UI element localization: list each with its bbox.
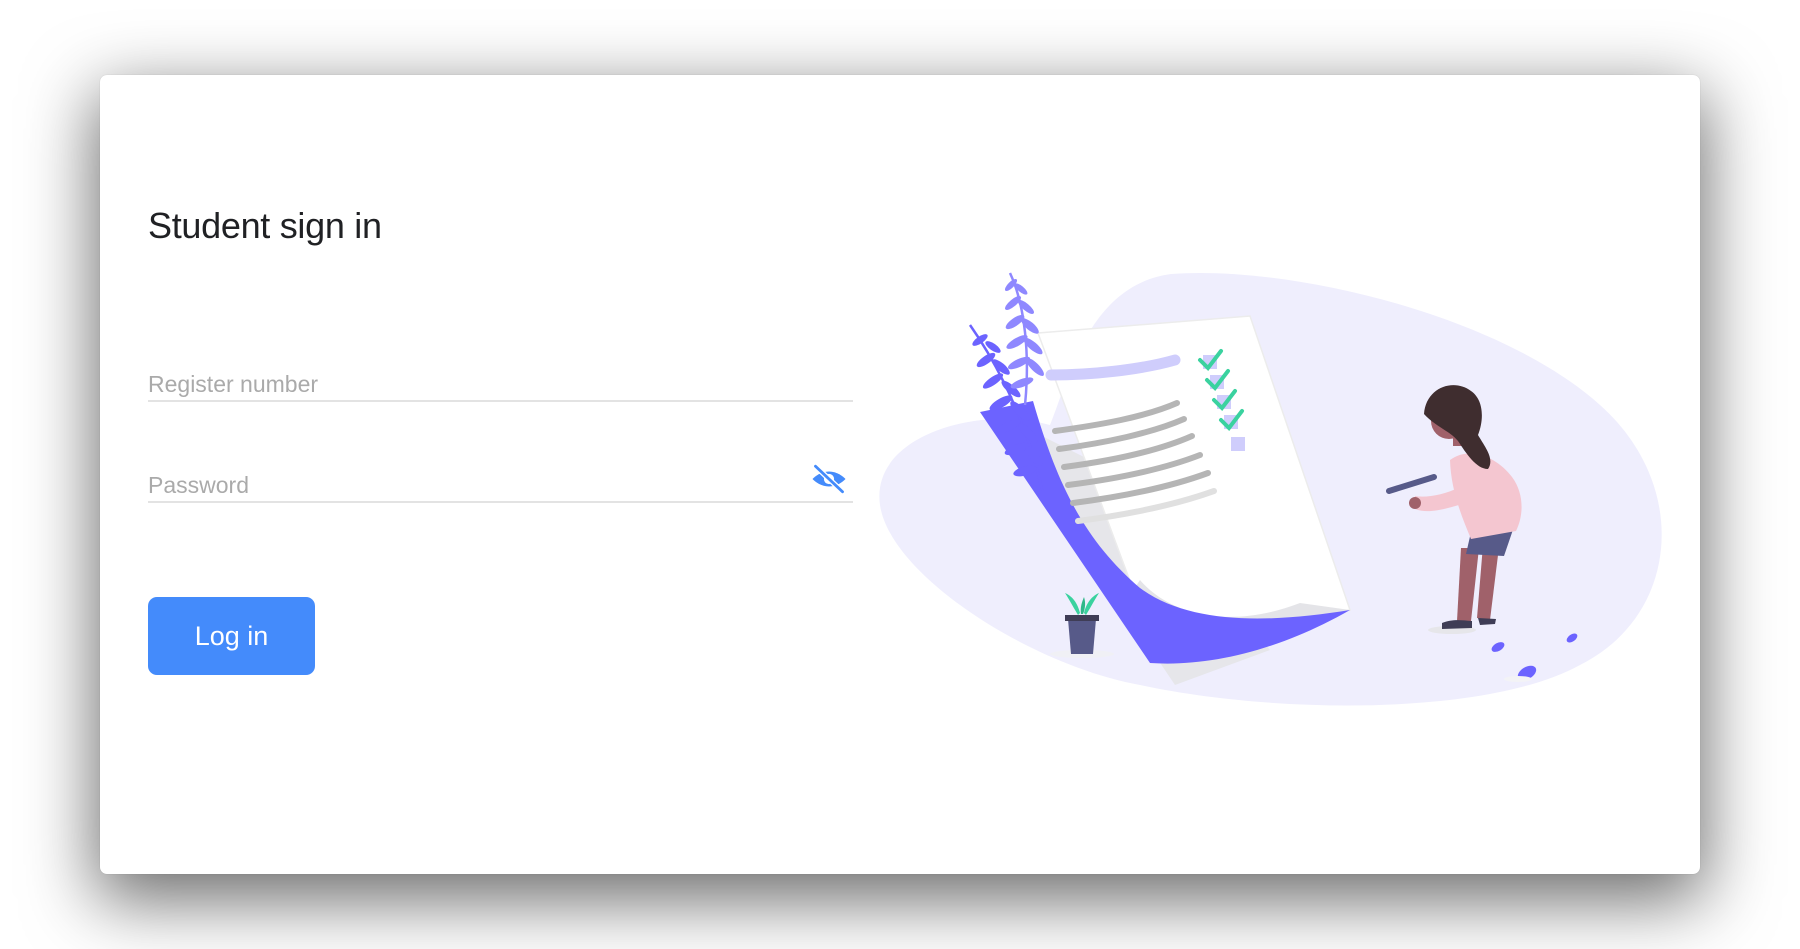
leaf-plant-left bbox=[968, 324, 1044, 491]
signin-card: Student sign in Log in bbox=[100, 75, 1700, 874]
purple-sheet bbox=[980, 401, 1350, 664]
register-number-input[interactable] bbox=[148, 371, 788, 398]
page-title: Student sign in bbox=[148, 205, 382, 246]
password-field bbox=[148, 461, 853, 503]
eye-off-icon[interactable] bbox=[811, 461, 847, 497]
background-blob bbox=[879, 272, 1662, 706]
password-input[interactable] bbox=[148, 472, 788, 499]
falling-leaves bbox=[1491, 633, 1578, 682]
check-icons bbox=[1198, 349, 1245, 451]
woman-figure bbox=[1386, 385, 1522, 634]
register-number-field bbox=[148, 360, 853, 402]
potted-plant bbox=[1050, 593, 1114, 658]
login-button[interactable]: Log in bbox=[148, 597, 315, 675]
leaf-plant-center bbox=[1004, 272, 1044, 406]
